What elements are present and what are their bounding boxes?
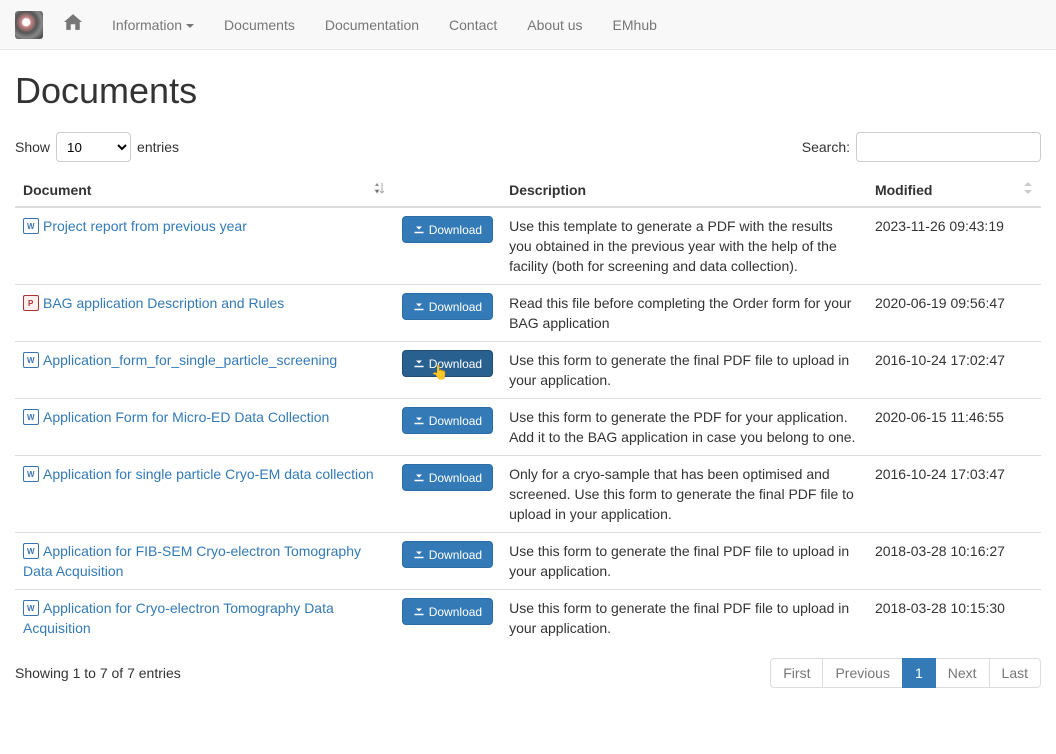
download-icon — [413, 547, 425, 562]
download-icon — [413, 413, 425, 428]
page-length-control: Show 10 entries — [15, 132, 179, 162]
page-1[interactable]: 1 — [902, 658, 936, 688]
description-cell: Use this template to generate a PDF with… — [501, 207, 867, 285]
table-row: Application for FIB-SEM Cryo-electron To… — [15, 533, 1041, 590]
nav-contact[interactable]: Contact — [434, 2, 512, 48]
sort-icon — [374, 182, 386, 197]
download-button[interactable]: Download — [402, 407, 493, 434]
modified-cell: 2016-10-24 17:03:47 — [867, 456, 1041, 533]
description-cell: Use this form to generate the final PDF … — [501, 590, 867, 647]
download-icon — [413, 470, 425, 485]
download-label: Download — [429, 223, 482, 237]
document-link[interactable]: BAG application Description and Rules — [43, 295, 284, 311]
page-previous[interactable]: Previous — [822, 658, 902, 688]
brand-logo[interactable] — [15, 11, 43, 39]
table-row: Application for single particle Cryo-EM … — [15, 456, 1041, 533]
download-button[interactable]: Download — [402, 541, 493, 568]
download-icon — [413, 299, 425, 314]
sort-icon — [1023, 182, 1033, 197]
table-row: Application for Cryo-electron Tomography… — [15, 590, 1041, 647]
column-header-download — [394, 174, 501, 207]
nav-emhub[interactable]: EMhub — [598, 2, 672, 48]
document-link[interactable]: Application for FIB-SEM Cryo-electron To… — [23, 543, 361, 579]
download-button[interactable]: Download — [402, 216, 493, 243]
page-last[interactable]: Last — [989, 658, 1041, 688]
download-label: Download — [429, 471, 482, 485]
document-link[interactable]: Application for single particle Cryo-EM … — [43, 466, 374, 482]
column-header-document[interactable]: Document — [15, 174, 394, 207]
document-link[interactable]: Application Form for Micro-ED Data Colle… — [43, 409, 329, 425]
table-row: Project report from previous year Downloa… — [15, 207, 1041, 285]
modified-cell: 2016-10-24 17:02:47 — [867, 342, 1041, 399]
download-icon — [413, 222, 425, 237]
home-icon[interactable] — [49, 13, 97, 36]
show-prefix-label: Show — [15, 139, 50, 155]
modified-cell: 2018-03-28 10:16:27 — [867, 533, 1041, 590]
modified-cell: 2020-06-19 09:56:47 — [867, 285, 1041, 342]
page-size-select[interactable]: 10 — [56, 132, 131, 162]
page-next[interactable]: Next — [935, 658, 990, 688]
document-link[interactable]: Project report from previous year — [43, 218, 247, 234]
page-first[interactable]: First — [770, 658, 823, 688]
doc-file-icon — [23, 218, 39, 234]
nav-documents[interactable]: Documents — [209, 2, 310, 48]
description-cell: Use this form to generate the PDF for yo… — [501, 399, 867, 456]
download-label: Download — [429, 605, 482, 619]
download-button[interactable]: Download — [402, 293, 493, 320]
doc-file-icon — [23, 466, 39, 482]
modified-cell: 2018-03-28 10:15:30 — [867, 590, 1041, 647]
nav-about-us[interactable]: About us — [512, 2, 597, 48]
modified-cell: 2023-11-26 09:43:19 — [867, 207, 1041, 285]
table-row: Application_form_for_single_particle_scr… — [15, 342, 1041, 399]
pdf-file-icon — [23, 295, 39, 311]
nav-information[interactable]: Information — [97, 2, 209, 48]
download-icon — [413, 356, 425, 371]
download-label: Download — [429, 300, 482, 314]
page-title: Documents — [15, 70, 1041, 112]
search-input[interactable] — [856, 132, 1041, 162]
description-cell: Use this form to generate the final PDF … — [501, 342, 867, 399]
description-cell: Only for a cryo-sample that has been opt… — [501, 456, 867, 533]
modified-cell: 2020-06-15 11:46:55 — [867, 399, 1041, 456]
document-link[interactable]: Application_form_for_single_particle_scr… — [43, 352, 337, 368]
table-row: BAG application Description and Rules Dow… — [15, 285, 1041, 342]
table-info: Showing 1 to 7 of 7 entries — [15, 665, 181, 681]
download-button[interactable]: Download — [402, 464, 493, 491]
column-header-description[interactable]: Description — [501, 174, 867, 207]
nav-documentation[interactable]: Documentation — [310, 2, 434, 48]
table-controls: Show 10 entries Search: — [15, 132, 1041, 162]
doc-file-icon — [23, 543, 39, 559]
download-button[interactable]: Download — [402, 598, 493, 625]
documents-table: Document Description Modified Project re… — [15, 174, 1041, 646]
pagination: First Previous 1 Next Last — [771, 658, 1041, 688]
document-link[interactable]: Application for Cryo-electron Tomography… — [23, 600, 334, 636]
navbar: Information Documents Documentation Cont… — [0, 0, 1056, 50]
search-label: Search: — [802, 139, 850, 155]
download-label: Download — [429, 548, 482, 562]
download-label: Download — [429, 414, 482, 428]
download-label: Download — [429, 357, 482, 371]
description-cell: Use this form to generate the final PDF … — [501, 533, 867, 590]
table-footer: Showing 1 to 7 of 7 entries First Previo… — [15, 658, 1041, 688]
column-header-modified[interactable]: Modified — [867, 174, 1041, 207]
main-container: Documents Show 10 entries Search: Docume… — [0, 50, 1056, 708]
doc-file-icon — [23, 409, 39, 425]
table-row: Application Form for Micro-ED Data Colle… — [15, 399, 1041, 456]
doc-file-icon — [23, 600, 39, 616]
download-button[interactable]: Download — [402, 350, 493, 377]
caret-icon — [186, 24, 194, 28]
search-control: Search: — [802, 132, 1041, 162]
description-cell: Read this file before completing the Ord… — [501, 285, 867, 342]
download-icon — [413, 604, 425, 619]
doc-file-icon — [23, 352, 39, 368]
show-suffix-label: entries — [137, 139, 179, 155]
